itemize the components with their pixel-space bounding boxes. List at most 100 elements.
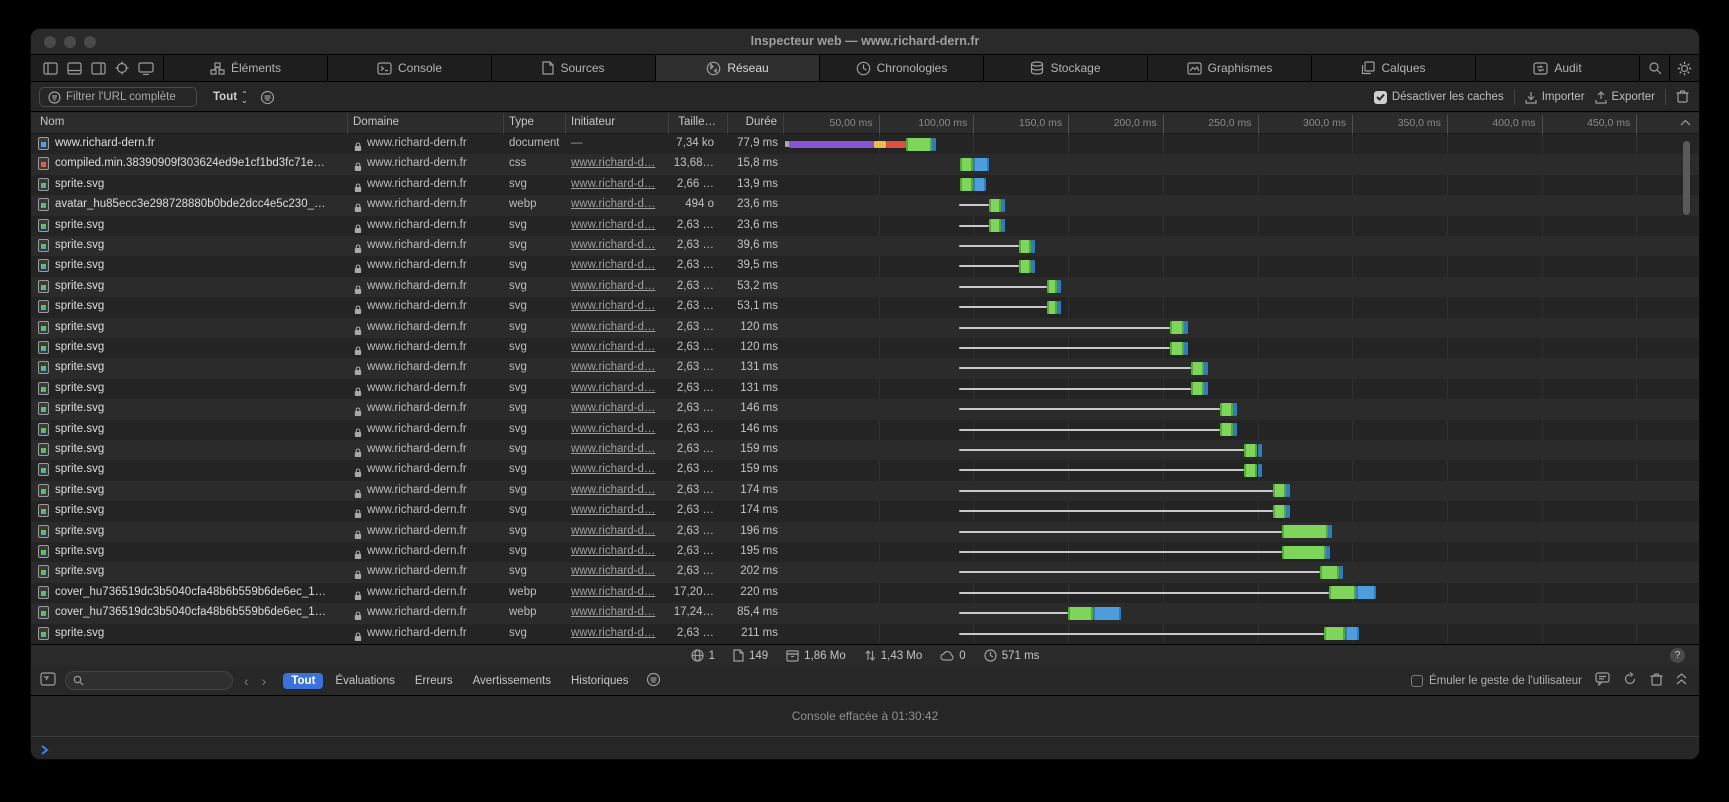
webp-file-icon [38, 606, 49, 619]
column-header-taille[interactable]: Taille… [668, 116, 716, 128]
reload-icon[interactable] [1623, 672, 1637, 689]
tab-sources[interactable]: Sources [491, 55, 655, 81]
network-row[interactable]: sprite.svgwww.richard-dern.frsvgwww.rich… [31, 624, 1699, 644]
element-picker-icon[interactable] [115, 61, 129, 75]
network-row[interactable]: sprite.svgwww.richard-dern.frsvgwww.rich… [31, 522, 1699, 542]
network-row[interactable]: sprite.svgwww.richard-dern.frsvgwww.rich… [31, 399, 1699, 419]
resource-size: 2,63 … [631, 443, 714, 455]
resource-size: 2,63 … [631, 484, 714, 496]
resource-type: svg [509, 259, 563, 271]
status-item: 1,86 Mo [786, 649, 846, 662]
search-button[interactable] [1639, 55, 1669, 81]
network-row[interactable]: sprite.svgwww.richard-dern.frsvgwww.rich… [31, 379, 1699, 399]
filter-options-button[interactable] [260, 90, 275, 105]
network-row[interactable]: sprite.svgwww.richard-dern.frsvgwww.rich… [31, 277, 1699, 297]
console-scope-tout[interactable]: Tout [283, 673, 323, 689]
network-row[interactable]: sprite.svgwww.richard-dern.frsvgwww.rich… [31, 501, 1699, 521]
network-row[interactable]: sprite.svgwww.richard-dern.frsvgwww.rich… [31, 542, 1699, 562]
console-filter-button[interactable] [646, 672, 661, 690]
waterfall-blue-segment [1356, 586, 1376, 599]
emulate-user-gesture-checkbox[interactable]: Émuler le geste de l'utilisateur [1411, 675, 1582, 687]
console-icon [377, 62, 392, 75]
dock-right-icon[interactable] [91, 62, 106, 75]
resource-size: 7,34 ko [631, 137, 714, 149]
help-button[interactable]: ? [1670, 648, 1685, 663]
clear-network-items-button[interactable] [1676, 89, 1689, 106]
network-row[interactable]: sprite.svgwww.richard-dern.frsvgwww.rich… [31, 236, 1699, 256]
tab-console[interactable]: Console [327, 55, 491, 81]
column-header-duree[interactable]: Durée [729, 116, 777, 128]
resource-domain: www.richard-dern.fr [367, 545, 497, 557]
network-row[interactable]: sprite.svgwww.richard-dern.frsvgwww.rich… [31, 297, 1699, 317]
tab-graphismes[interactable]: Graphismes [1147, 55, 1311, 81]
clear-console-button[interactable] [1650, 672, 1663, 689]
network-row[interactable]: sprite.svgwww.richard-dern.frsvgwww.rich… [31, 216, 1699, 236]
tab-chronologies[interactable]: Chronologies [819, 55, 983, 81]
console-search-input[interactable] [65, 671, 233, 690]
tab-éléments[interactable]: Éléments [163, 55, 327, 81]
dock-bottom-icon[interactable] [67, 62, 82, 75]
console-scope-historiques[interactable]: Historiques [563, 673, 637, 689]
network-row[interactable]: sprite.svgwww.richard-dern.frsvgwww.rich… [31, 420, 1699, 440]
svg-file-icon [38, 280, 49, 293]
network-row[interactable]: sprite.svgwww.richard-dern.frsvgwww.rich… [31, 440, 1699, 460]
table-scrollbar[interactable] [1683, 141, 1690, 215]
network-row[interactable]: sprite.svgwww.richard-dern.frsvgwww.rich… [31, 460, 1699, 480]
network-row[interactable]: sprite.svgwww.richard-dern.frsvgwww.rich… [31, 562, 1699, 582]
import-button[interactable]: Importer [1525, 91, 1585, 104]
console-prompt-row[interactable] [31, 736, 1699, 760]
tab-calques[interactable]: Calques [1311, 55, 1475, 81]
waterfall-blue-segment [973, 178, 985, 191]
network-row[interactable]: sprite.svgwww.richard-dern.frsvgwww.rich… [31, 318, 1699, 338]
network-row[interactable]: sprite.svgwww.richard-dern.frsvgwww.rich… [31, 175, 1699, 195]
column-header-type[interactable]: Type [509, 116, 534, 128]
console-messages-button[interactable] [1595, 672, 1610, 689]
network-row[interactable]: www.richard-dern.frwww.richard-dern.frdo… [31, 134, 1699, 154]
waterfall-green-segment [1047, 280, 1057, 293]
console-scope-avertissements[interactable]: Avertissements [465, 673, 559, 689]
audit-icon [1533, 62, 1548, 75]
next-result-button[interactable]: › [260, 673, 269, 689]
console-sidebar-icon[interactable] [40, 672, 56, 689]
waterfall-red-segment [886, 141, 906, 148]
network-row[interactable]: avatar_hu85ecc3e298728880b0bde2dcc4e5c23… [31, 195, 1699, 215]
waterfall-green-segment [1220, 403, 1233, 416]
waterfall-blue-segment [1258, 444, 1262, 457]
network-row[interactable]: cover_hu736519dc3b5040cfa48b6b559b6de6ec… [31, 583, 1699, 603]
network-row[interactable]: sprite.svgwww.richard-dern.frsvgwww.rich… [31, 338, 1699, 358]
column-header-nom[interactable]: Nom [40, 116, 64, 128]
tab-audit[interactable]: Audit [1475, 55, 1639, 81]
tab-stockage[interactable]: Stockage [983, 55, 1147, 81]
collapse-chevron-icon[interactable] [1680, 117, 1691, 129]
timelines-icon [856, 61, 871, 76]
tab-réseau[interactable]: Réseau [655, 55, 819, 81]
export-button[interactable]: Exporter [1595, 91, 1655, 104]
network-row[interactable]: sprite.svgwww.richard-dern.frsvgwww.rich… [31, 358, 1699, 378]
column-header-initiateur[interactable]: Initiateur [571, 116, 615, 128]
settings-button[interactable] [1669, 55, 1699, 81]
resource-duration: 146 ms [721, 423, 778, 435]
resource-type: webp [509, 198, 563, 210]
network-row[interactable]: sprite.svgwww.richard-dern.frsvgwww.rich… [31, 256, 1699, 276]
network-row[interactable]: cover_hu736519dc3b5040cfa48b6b559b6de6ec… [31, 603, 1699, 623]
network-row[interactable]: sprite.svgwww.richard-dern.frsvgwww.rich… [31, 481, 1699, 501]
console-scope-évaluations[interactable]: Évaluations [327, 673, 402, 689]
network-row[interactable]: compiled.min.38390909f303624ed9e1cf1bd3f… [31, 154, 1699, 174]
url-filter-input[interactable]: Filtrer l'URL complète [39, 87, 197, 107]
dock-left-icon[interactable] [43, 62, 58, 75]
waterfall-green-segment [1244, 464, 1257, 477]
resource-name: sprite.svg [55, 627, 343, 639]
resource-domain: www.richard-dern.fr [367, 341, 497, 353]
column-header-domaine[interactable]: Domaine [353, 116, 399, 128]
table-header: Nom Domaine Type Initiateur Taille… Duré… [31, 113, 1699, 134]
previous-result-button[interactable]: ‹ [242, 673, 251, 689]
resource-type: webp [509, 586, 563, 598]
device-icon[interactable] [138, 62, 154, 75]
console-scope-erreurs[interactable]: Erreurs [407, 673, 461, 689]
waterfall-blue-segment [1286, 505, 1290, 518]
waterfall-waiting-line [959, 367, 1191, 369]
disable-caches-checkbox[interactable]: Désactiver les caches [1374, 91, 1504, 104]
waterfall-waiting-line [959, 245, 1019, 247]
expand-console-icon[interactable] [1676, 673, 1687, 688]
resource-type-select[interactable]: Tout ⌃⌃ [213, 91, 248, 103]
